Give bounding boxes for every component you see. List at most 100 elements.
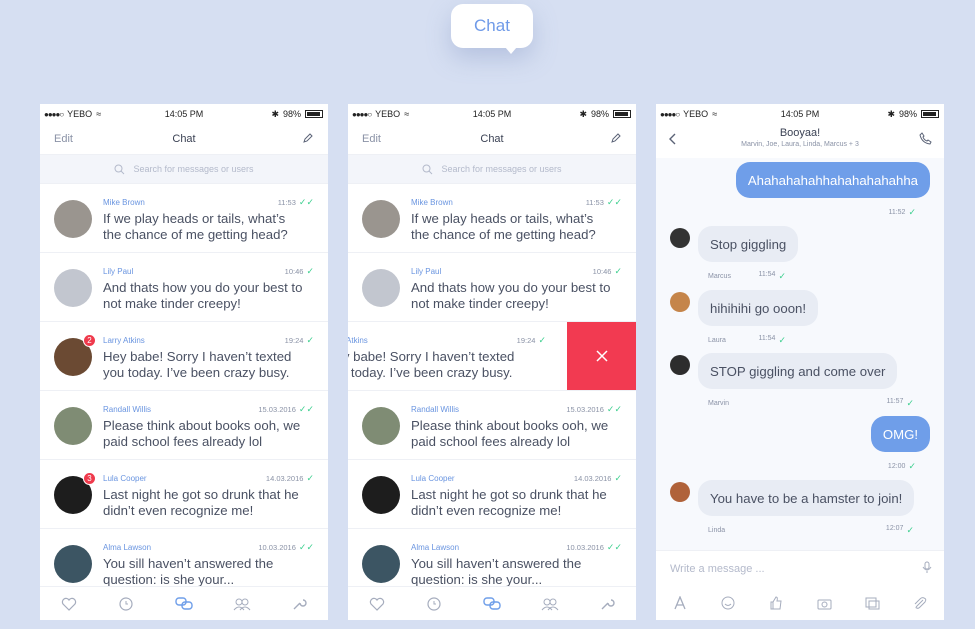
- sender-name: Alma Lawson: [103, 542, 152, 552]
- message-preview: You sill haven’t answered the: [103, 556, 274, 571]
- list-item[interactable]: Mike Brown 11:53 ✓✓ If we play heads or ta…: [40, 184, 328, 253]
- sender-name: Lily Paul: [103, 266, 134, 276]
- heart-icon[interactable]: [368, 595, 386, 613]
- sender-name: Alma Lawson: [411, 542, 460, 552]
- check-icon: ✓: [908, 207, 916, 217]
- check-icon: ✓: [306, 472, 314, 483]
- incoming-message[interactable]: hihihihi go ooon!: [698, 290, 819, 326]
- avatar: [362, 269, 400, 307]
- list-item[interactable]: Randall Willis 15.03.2016 ✓✓ Please think …: [40, 391, 328, 460]
- contacts-icon[interactable]: [541, 595, 559, 613]
- carrier-label: YEBO: [683, 109, 709, 119]
- sender-name: Randall Willis: [103, 404, 152, 414]
- contacts-icon[interactable]: [233, 595, 251, 613]
- list-item[interactable]: 2 Larry Atkins 19:24 ✓ Hey babe! Sorry I h…: [40, 322, 328, 391]
- attachment-icon[interactable]: [911, 594, 929, 612]
- conversation-list: Mike Brown 11:53 ✓✓ If we play heads or ta…: [348, 184, 636, 598]
- outgoing-message[interactable]: Ahahahahahhahahahahahha: [735, 162, 930, 198]
- message-preview: If we play heads or tails, what’s: [103, 211, 286, 226]
- bluetooth-icon: ✱: [887, 108, 895, 119]
- message-time: 12:07: [885, 525, 904, 532]
- status-bar: ●●●●○ YEBO ≈ 14:05 PM ✱ 98%: [40, 104, 328, 124]
- search-bar[interactable]: Search for messages or users: [348, 154, 636, 184]
- avatar: [670, 292, 690, 312]
- message-time: 10:46: [592, 266, 612, 276]
- sender-name: Mike Brown: [411, 197, 453, 207]
- message-preview: not make tinder creepy!: [411, 295, 549, 311]
- search-icon: [422, 164, 433, 174]
- incoming-message[interactable]: Stop giggling: [698, 226, 799, 262]
- edit-button[interactable]: Edit: [362, 133, 381, 145]
- microphone-icon[interactable]: [922, 561, 932, 577]
- message-time: 19:24: [516, 335, 536, 345]
- battery-label: 98%: [590, 109, 609, 119]
- search-bar[interactable]: Search for messages or users: [40, 154, 328, 184]
- clock-icon[interactable]: [117, 595, 135, 613]
- emoji-icon[interactable]: [719, 594, 737, 612]
- avatar: [670, 482, 690, 502]
- chat-header-label: Chat: [451, 4, 533, 54]
- phone-chat-list: ●●●●○ YEBO ≈ 14:05 PM ✱ 98% Edit Chat Searc…: [40, 104, 328, 620]
- avatar: [54, 200, 92, 238]
- avatar: [54, 407, 92, 445]
- signal-icon: ●●●●○: [44, 109, 64, 119]
- carrier-label: YEBO: [67, 109, 93, 119]
- search-input[interactable]: Search for messages or users: [441, 164, 561, 174]
- message-thread: Ahahahahahhahahahahahha 11:52 ✓ Stop giggli…: [656, 158, 944, 550]
- message-preview: the chance of me getting head?: [411, 226, 596, 242]
- settings-icon[interactable]: [290, 595, 308, 613]
- sender-name: Marcus: [708, 273, 731, 280]
- message-preview: And thats how you do your best to: [411, 280, 611, 295]
- message-preview: question: is she your...: [103, 571, 235, 587]
- attachment-toolbar: [656, 586, 944, 620]
- wifi-icon: ≈: [712, 109, 718, 119]
- phone-icon[interactable]: [919, 132, 932, 150]
- list-item[interactable]: Randall Willis 15.03.2016 ✓✓ Please think …: [348, 391, 636, 460]
- phone-conversation: ●●●●○ YEBO ≈ 14:05 PM ✱ 98% Booyaa! Marvin,…: [656, 104, 944, 620]
- avatar: [54, 269, 92, 307]
- settings-icon[interactable]: [598, 595, 616, 613]
- chat-icon[interactable]: [175, 595, 193, 613]
- double-check-icon: ✓✓: [606, 541, 622, 552]
- message-input[interactable]: Write a message ...: [670, 563, 765, 575]
- incoming-message[interactable]: You have to be a hamster to join!: [698, 480, 915, 516]
- message-time: 15.03.2016: [566, 404, 604, 414]
- check-icon: ✓: [906, 398, 914, 408]
- message-time: 10:46: [284, 266, 304, 276]
- camera-icon[interactable]: [815, 594, 833, 612]
- phone-chat-list-swipe: ●●●●○ YEBO ≈ 14:05 PM ✱ 98% Edit Chat Searc…: [348, 104, 636, 620]
- chat-icon[interactable]: [483, 595, 501, 613]
- list-item[interactable]: Lula Cooper 14.03.2016 ✓ Last night he got…: [348, 460, 636, 529]
- message-time: 11:53: [585, 197, 604, 207]
- bluetooth-icon: ✱: [579, 108, 587, 119]
- heart-icon[interactable]: [60, 595, 78, 613]
- list-item[interactable]: Mike Brown 11:53 ✓✓ If we play heads or ta…: [348, 184, 636, 253]
- edit-button[interactable]: Edit: [54, 133, 73, 145]
- clock-icon[interactable]: [425, 595, 443, 613]
- list-item-swiped[interactable]: Larry Atkins 19:24✓ Hey babe! Sorry I hav…: [348, 322, 636, 391]
- back-icon[interactable]: [668, 132, 678, 150]
- conversation-title: Booyaa!: [779, 127, 821, 139]
- wifi-icon: ≈: [404, 109, 410, 119]
- check-icon: ✓: [538, 334, 546, 345]
- compose-icon[interactable]: [610, 132, 622, 147]
- compose-icon[interactable]: [302, 132, 314, 147]
- list-item[interactable]: 3 Lula Cooper 14.03.2016 ✓ Last night he g…: [40, 460, 328, 529]
- gallery-icon[interactable]: [863, 594, 881, 612]
- bluetooth-icon: ✱: [271, 108, 279, 119]
- message-preview: not make tinder creepy!: [103, 295, 241, 311]
- check-icon: ✓: [778, 335, 786, 345]
- delete-button[interactable]: [567, 322, 636, 390]
- thumbs-up-icon[interactable]: [767, 594, 785, 612]
- signal-icon: ●●●●○: [352, 109, 372, 119]
- message-time: 11:54: [758, 335, 776, 342]
- search-input[interactable]: Search for messages or users: [133, 164, 253, 174]
- text-format-icon[interactable]: [671, 594, 689, 612]
- outgoing-message[interactable]: OMG!: [870, 416, 930, 452]
- list-item[interactable]: Lily Paul 10:46 ✓ And thats how you do you…: [348, 253, 636, 322]
- message-time: 14.03.2016: [265, 473, 304, 483]
- list-item[interactable]: Lily Paul 10:46 ✓ And thats how you do you…: [40, 253, 328, 322]
- conversation-header: Booyaa! Marvin, Joe, Laura, Linda, Marcu…: [656, 124, 944, 158]
- unread-badge: 2: [83, 334, 96, 347]
- incoming-message[interactable]: STOP giggling and come over: [698, 353, 898, 389]
